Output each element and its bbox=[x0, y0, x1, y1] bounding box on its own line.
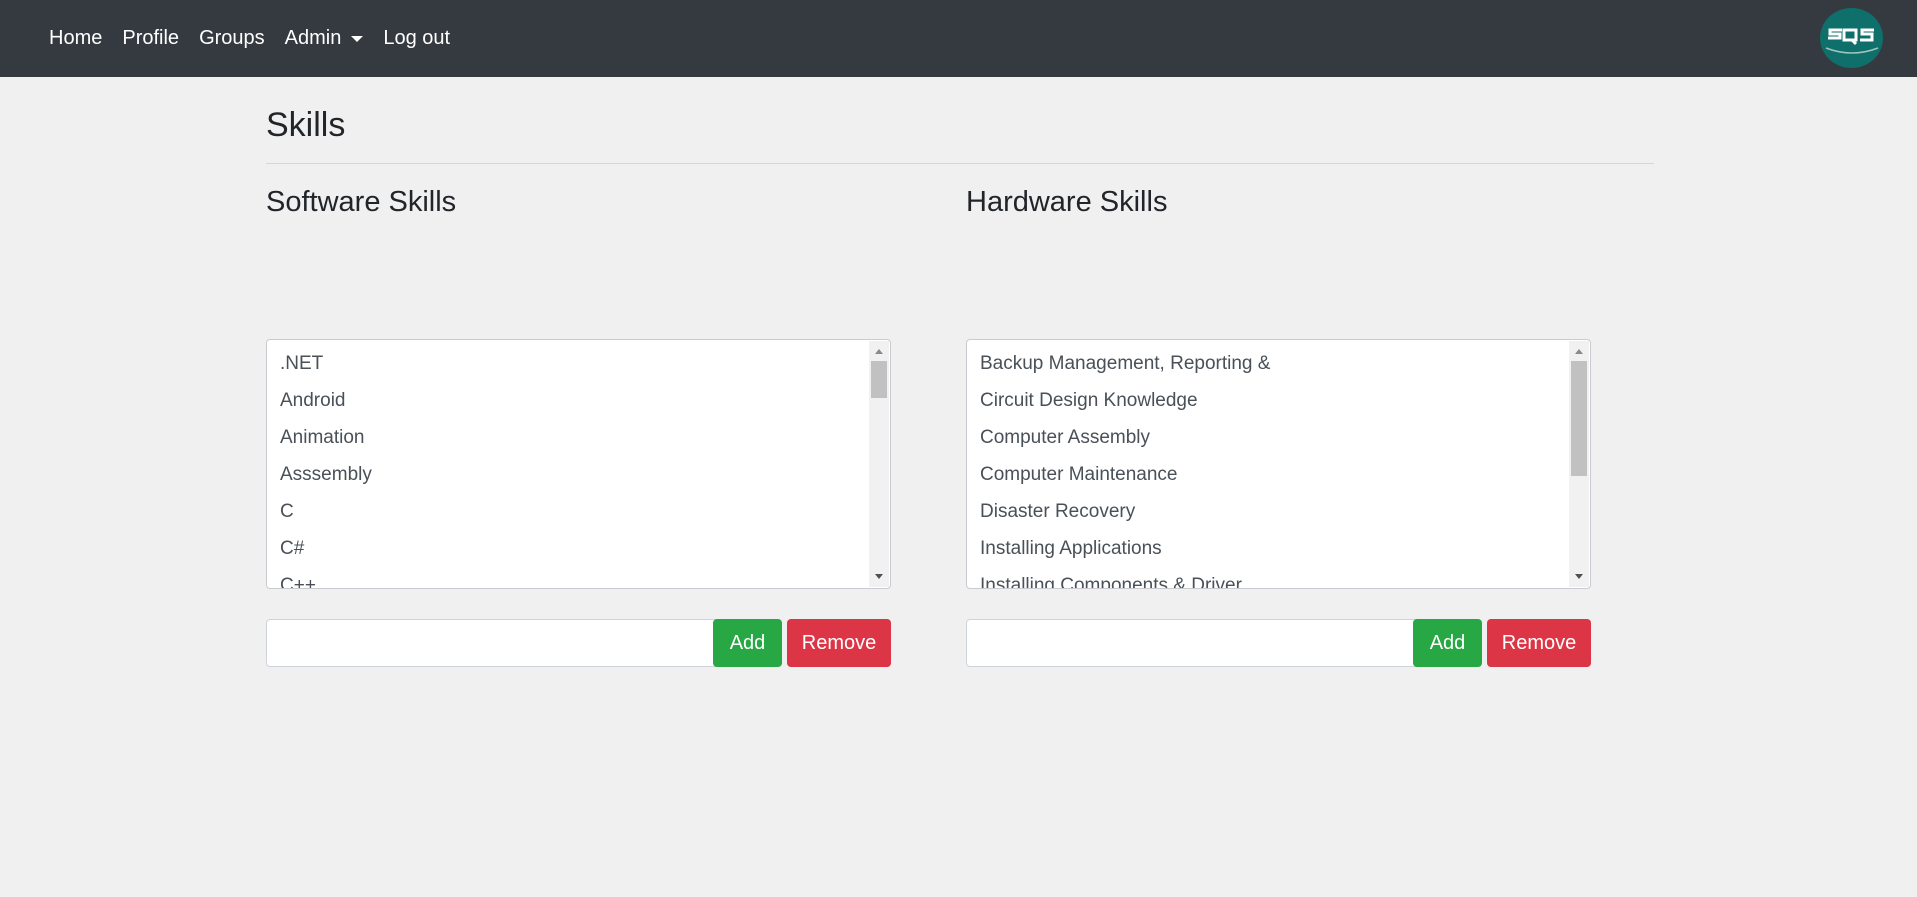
list-item[interactable]: .NET bbox=[267, 345, 869, 382]
list-item[interactable]: Backup Management, Reporting & bbox=[967, 345, 1569, 382]
nav-admin-label: Admin bbox=[284, 27, 342, 49]
software-skill-input[interactable] bbox=[266, 619, 716, 667]
scroll-down-arrow-icon[interactable] bbox=[1575, 574, 1583, 579]
software-skills-listbox[interactable]: .NET Android Animation Asssembly C C# C+… bbox=[266, 339, 891, 589]
list-item[interactable]: Disaster Recovery bbox=[967, 493, 1569, 530]
nav-admin-dropdown[interactable]: Admin bbox=[285, 27, 364, 50]
software-skills-heading: Software Skills bbox=[266, 186, 457, 218]
software-scrollbar[interactable] bbox=[869, 341, 889, 587]
list-item[interactable]: Computer Assembly bbox=[967, 419, 1569, 456]
brand-logo[interactable] bbox=[1820, 8, 1883, 68]
top-navbar: Home Profile Groups Admin Log out bbox=[0, 0, 1917, 77]
software-skills-section: Software Skills .NET Android Animation A… bbox=[266, 185, 891, 667]
list-item[interactable]: Installing Applications bbox=[967, 530, 1569, 567]
list-item[interactable]: Android bbox=[267, 382, 869, 419]
scroll-down-arrow-icon[interactable] bbox=[875, 574, 883, 579]
nav-profile-link[interactable]: Profile bbox=[122, 27, 179, 50]
hardware-skills-items: Backup Management, Reporting & Circuit D… bbox=[967, 340, 1569, 588]
software-skills-items: .NET Android Animation Asssembly C C# C+… bbox=[267, 340, 869, 588]
hardware-skill-input[interactable] bbox=[966, 619, 1416, 667]
page-title: Skills bbox=[266, 106, 346, 144]
list-item[interactable]: Circuit Design Knowledge bbox=[967, 382, 1569, 419]
list-item[interactable]: Animation bbox=[267, 419, 869, 456]
scroll-up-arrow-icon[interactable] bbox=[875, 349, 883, 354]
software-add-button[interactable]: Add bbox=[713, 619, 782, 667]
list-item[interactable]: Computer Maintenance bbox=[967, 456, 1569, 493]
caret-down-icon bbox=[351, 35, 364, 42]
title-divider bbox=[266, 163, 1654, 164]
scroll-up-arrow-icon[interactable] bbox=[1575, 349, 1583, 354]
hardware-scrollbar[interactable] bbox=[1569, 341, 1589, 587]
nav-home-link[interactable]: Home bbox=[49, 27, 102, 50]
list-item[interactable]: C++ bbox=[267, 567, 869, 588]
hardware-skills-heading: Hardware Skills bbox=[966, 186, 1168, 218]
list-item[interactable]: C# bbox=[267, 530, 869, 567]
sqs-logo-icon bbox=[1825, 28, 1879, 54]
software-remove-button[interactable]: Remove bbox=[787, 619, 891, 667]
list-item[interactable]: Asssembly bbox=[267, 456, 869, 493]
nav-groups-link[interactable]: Groups bbox=[199, 27, 265, 50]
hardware-remove-button[interactable]: Remove bbox=[1487, 619, 1591, 667]
hardware-skills-section: Hardware Skills Backup Management, Repor… bbox=[966, 185, 1591, 667]
nav-links: Home Profile Groups Admin Log out bbox=[49, 0, 470, 77]
hardware-skill-controls: Add Remove bbox=[966, 619, 1591, 667]
hardware-skills-listbox[interactable]: Backup Management, Reporting & Circuit D… bbox=[966, 339, 1591, 589]
list-item[interactable]: Installing Components & Driver bbox=[967, 567, 1569, 588]
software-skill-controls: Add Remove bbox=[266, 619, 891, 667]
list-item[interactable]: C bbox=[267, 493, 869, 530]
software-scrollbar-thumb[interactable] bbox=[871, 361, 887, 398]
hardware-scrollbar-thumb[interactable] bbox=[1571, 361, 1587, 476]
hardware-add-button[interactable]: Add bbox=[1413, 619, 1482, 667]
nav-logout-link[interactable]: Log out bbox=[383, 27, 450, 50]
